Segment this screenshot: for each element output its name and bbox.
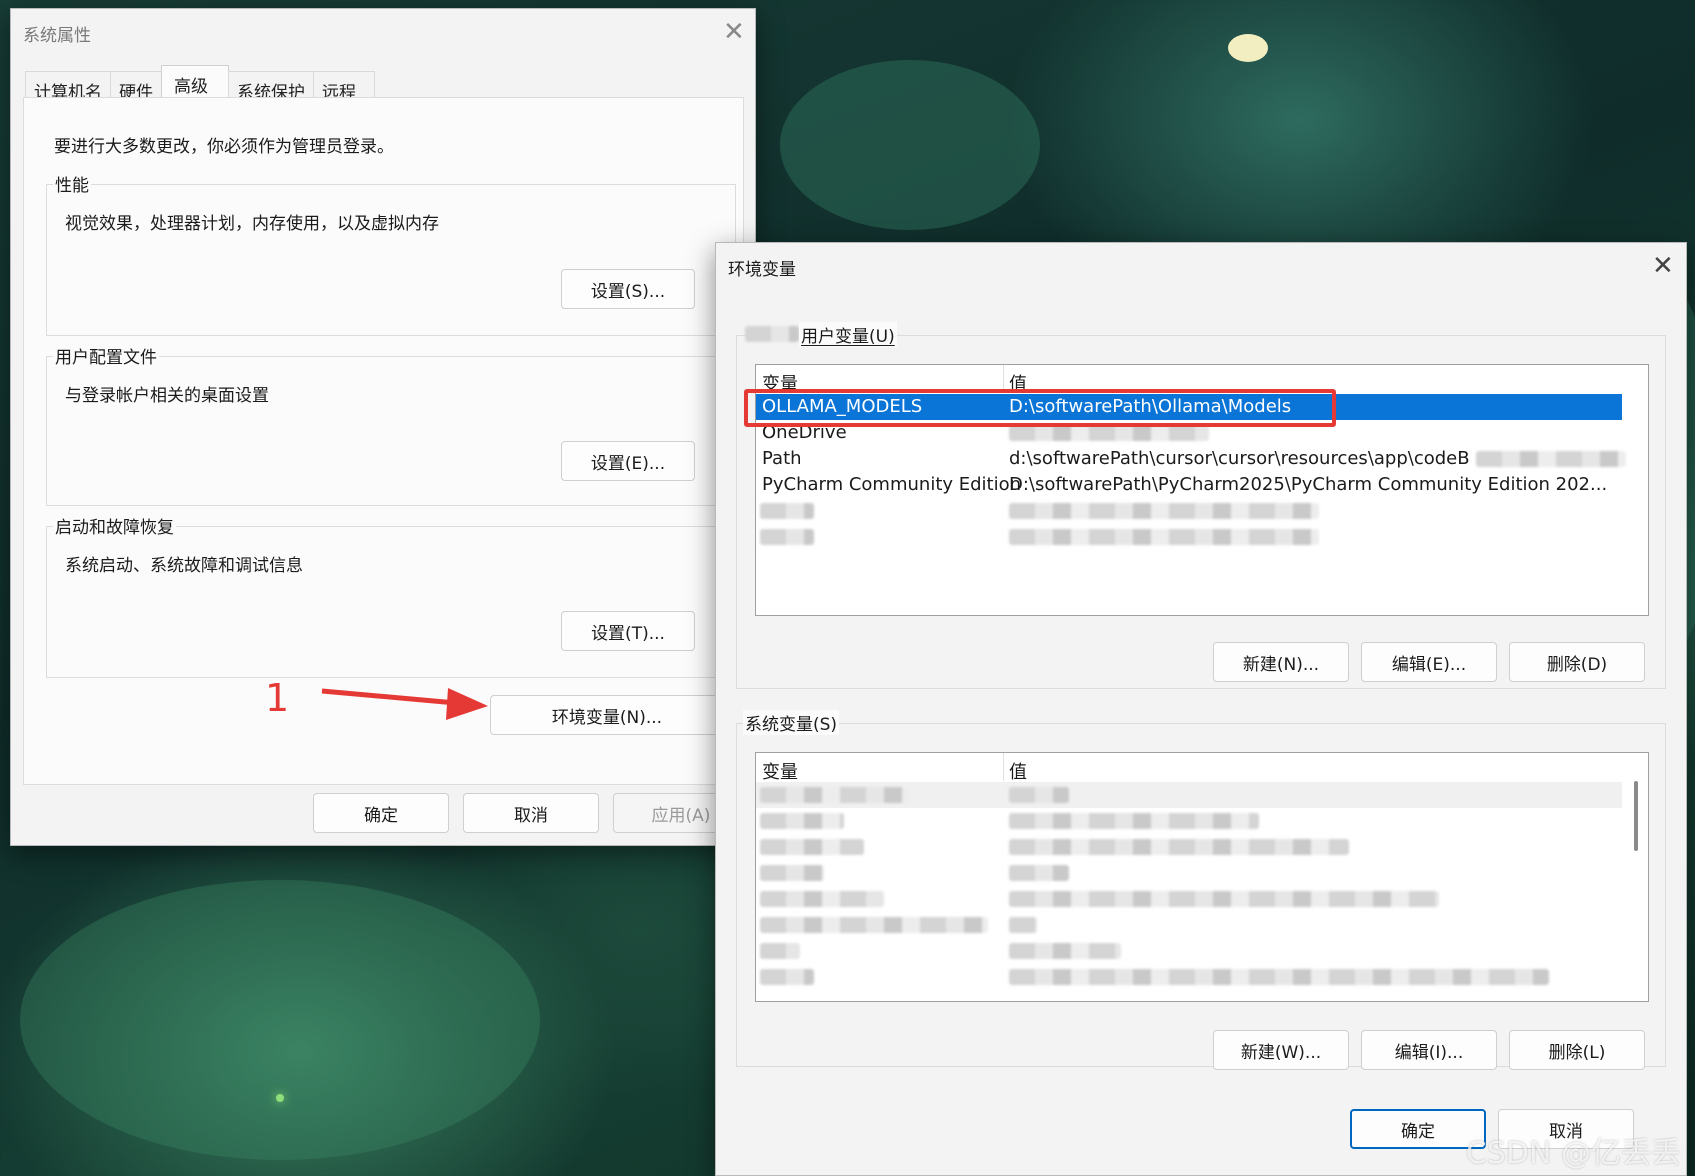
redacted-value xyxy=(1009,969,1549,985)
table-row[interactable] xyxy=(756,964,1648,990)
redacted-value xyxy=(1009,891,1439,907)
system-delete-button[interactable]: 删除(L) xyxy=(1509,1030,1645,1070)
system-edit-button[interactable]: 编辑(I)... xyxy=(1361,1030,1497,1070)
var-name: Path xyxy=(762,448,802,469)
table-row[interactable] xyxy=(756,886,1648,912)
scrollbar[interactable] xyxy=(1634,781,1638,851)
header-name[interactable]: 变量 xyxy=(762,758,798,784)
table-row[interactable] xyxy=(756,524,1648,550)
system-new-button[interactable]: 新建(W)... xyxy=(1213,1030,1349,1070)
redacted-value xyxy=(1009,917,1037,933)
redacted-name xyxy=(760,865,824,881)
redacted-name xyxy=(760,529,814,545)
redacted-name xyxy=(760,813,844,829)
table-row[interactable] xyxy=(756,834,1648,860)
redacted-name xyxy=(760,943,800,959)
system-variables-label: 系统变量(S) xyxy=(743,710,840,735)
redacted-name xyxy=(760,839,864,855)
redacted-value xyxy=(1009,425,1209,441)
redacted-name xyxy=(760,787,910,803)
table-row[interactable] xyxy=(756,782,1622,808)
watermark: CSDN @亿丢丢 xyxy=(1465,1136,1681,1171)
table-row[interactable] xyxy=(756,808,1648,834)
redacted-value xyxy=(1009,813,1259,829)
redacted-value xyxy=(1009,787,1069,803)
var-value: D:\softwarePath\PyCharm2025\PyCharm Comm… xyxy=(1009,474,1608,495)
user-delete-button[interactable]: 删除(D) xyxy=(1509,642,1645,682)
table-row[interactable] xyxy=(756,938,1648,964)
column-divider[interactable] xyxy=(1003,753,1004,781)
table-row[interactable]: Path d:\softwarePath\cursor\cursor\resou… xyxy=(756,446,1648,472)
user-new-button[interactable]: 新建(N)... xyxy=(1213,642,1349,682)
redacted-value xyxy=(1476,451,1626,467)
redacted-value xyxy=(1009,943,1121,959)
system-variables-list[interactable]: 变量 值 xyxy=(755,752,1649,1002)
redacted-value xyxy=(1009,839,1349,855)
redacted-value xyxy=(1009,503,1319,519)
redacted-value xyxy=(1009,529,1319,545)
table-row[interactable]: PyCharm Community Edition D:\softwarePat… xyxy=(756,472,1648,498)
environment-variables-window: 环境变量 ✕ 用户变量(U) 变量 值 OLLAMA_MODELS D:\sof… xyxy=(715,242,1687,1176)
redacted-name xyxy=(760,503,814,519)
redacted-value xyxy=(1009,865,1069,881)
system-variables-group: 系统变量(S) 变量 值 新建(W)... 编辑(I)... 删除(L) xyxy=(736,710,1666,1070)
var-name: PyCharm Community Edition xyxy=(762,474,1022,495)
table-row[interactable] xyxy=(756,912,1648,938)
redacted-name xyxy=(760,969,814,985)
redacted-username xyxy=(745,326,799,342)
list-header: 变量 值 xyxy=(756,753,1648,784)
close-icon[interactable]: ✕ xyxy=(1652,253,1674,279)
table-row[interactable] xyxy=(756,498,1648,524)
redacted-name xyxy=(760,891,884,907)
user-edit-button[interactable]: 编辑(E)... xyxy=(1361,642,1497,682)
window-title: 环境变量 xyxy=(728,260,796,280)
highlight-box xyxy=(744,389,1336,427)
table-row[interactable] xyxy=(756,860,1648,886)
var-value: d:\softwarePath\cursor\cursor\resources\… xyxy=(1009,448,1470,469)
user-variables-label: 用户变量(U) xyxy=(799,322,897,347)
header-value[interactable]: 值 xyxy=(1009,758,1027,784)
redacted-name xyxy=(760,917,988,933)
